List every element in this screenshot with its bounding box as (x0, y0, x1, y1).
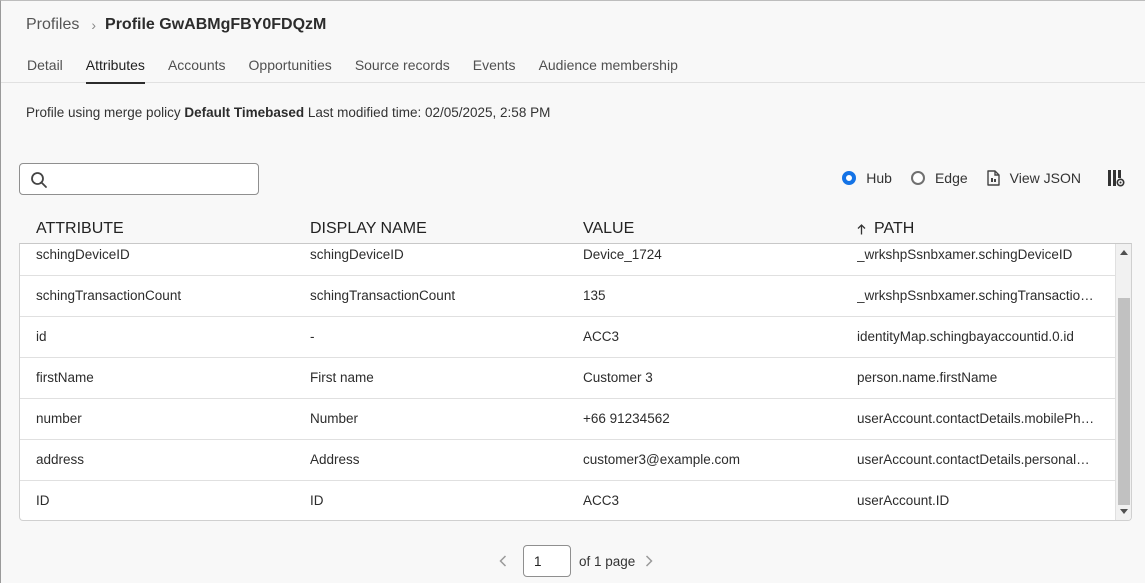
column-header-value[interactable]: VALUE (583, 220, 634, 238)
sort-ascending-icon (857, 223, 866, 234)
tab-source-records[interactable]: Source records (355, 57, 450, 83)
search-icon (31, 172, 47, 188)
merge-policy-info: Profile using merge policy Default Timeb… (26, 105, 550, 120)
radio-checked-icon (842, 171, 857, 185)
table-row[interactable]: schingTransactionCount schingTransaction… (20, 276, 1115, 317)
chevron-right-icon (646, 555, 653, 567)
next-page-button[interactable] (645, 555, 653, 567)
cell-display-name: - (310, 329, 315, 344)
cell-display-name: schingDeviceID (310, 247, 404, 262)
tab-events[interactable]: Events (473, 57, 516, 83)
column-settings-button[interactable] (1107, 169, 1125, 187)
cell-value: ACC3 (583, 329, 620, 344)
page-header: Profiles › Profile GwABMgFBY0FDQzM Detai… (1, 1, 1145, 84)
cell-display-name: Number (310, 411, 359, 426)
cell-display-name: Address (310, 452, 360, 467)
table-row[interactable]: number Number +66 91234562 userAccount.c… (20, 399, 1115, 440)
tab-bar: Detail Attributes Accounts Opportunities… (27, 57, 701, 84)
table-row[interactable]: firstName First name Customer 3 person.n… (20, 358, 1115, 399)
scroll-down-arrow-icon[interactable] (1120, 509, 1128, 514)
tab-detail[interactable]: Detail (27, 57, 63, 83)
cell-attribute: ID (36, 493, 50, 508)
cell-path: userAccount.contactDetails.personalEm... (857, 452, 1095, 467)
last-modified-value: 02/05/2025, 2:58 PM (424, 105, 551, 120)
cell-path: _wrkshpSsnbxamer.schingDeviceID (857, 247, 1073, 262)
page-count-label: of 1 page (579, 553, 636, 569)
cell-value: Device_1724 (583, 247, 662, 262)
table-row[interactable]: address Address customer3@example.com us… (20, 440, 1115, 481)
cell-path: userAccount.contactDetails.mobilePhon... (857, 411, 1095, 426)
column-header-path-label: PATH (874, 220, 915, 237)
page-title: Profile GwABMgFBY0FDQzM (105, 16, 327, 33)
cell-attribute: schingTransactionCount (36, 288, 182, 303)
cell-path: identityMap.schingbayaccountid.0.id (857, 329, 1074, 344)
scrollbar-thumb[interactable] (1118, 298, 1130, 505)
cell-attribute: id (36, 329, 47, 344)
cell-value: customer3@example.com (583, 452, 741, 467)
pagination: of 1 page (499, 545, 653, 577)
column-header-path[interactable]: PATH (857, 220, 914, 238)
cell-value: 135 (583, 288, 606, 303)
table-scrollbar[interactable] (1115, 244, 1131, 520)
view-json-label: View JSON (1009, 170, 1081, 186)
column-header-attribute[interactable]: ATTRIBUTE (36, 220, 124, 238)
view-json-button[interactable]: View JSON (986, 170, 1081, 186)
hub-radio[interactable]: Hub (842, 170, 892, 186)
chevron-right-icon: › (91, 17, 97, 33)
tab-accounts[interactable]: Accounts (168, 57, 226, 83)
cell-attribute: firstName (36, 370, 94, 385)
breadcrumb: Profiles › Profile GwABMgFBY0FDQzM (26, 16, 326, 34)
scroll-up-arrow-icon[interactable] (1120, 250, 1128, 255)
cell-display-name: schingTransactionCount (310, 288, 456, 303)
edge-radio[interactable]: Edge (910, 170, 968, 186)
search-input[interactable] (56, 168, 252, 190)
cell-attribute: schingDeviceID (36, 247, 130, 262)
merge-policy-prefix: Profile using merge policy (26, 105, 181, 120)
table-row[interactable]: schingDeviceID schingDeviceID Device_172… (20, 244, 1115, 276)
edge-radio-label: Edge (934, 170, 968, 186)
table-body: schingDeviceID schingDeviceID Device_172… (19, 243, 1132, 521)
attributes-table: ATTRIBUTE DISPLAY NAME VALUE PATH sching… (19, 207, 1132, 521)
cell-value: Customer 3 (583, 370, 653, 385)
cell-attribute: number (36, 411, 82, 426)
chevron-left-icon (499, 555, 507, 567)
cell-path: userAccount.ID (857, 493, 950, 508)
tab-audience-membership[interactable]: Audience membership (539, 57, 678, 83)
column-header-display-name[interactable]: DISPLAY NAME (310, 220, 427, 238)
merge-policy-name: Default Timebased (184, 105, 305, 120)
column-settings-icon (1108, 170, 1125, 187)
cell-display-name: ID (310, 493, 324, 508)
cell-value: +66 91234562 (583, 411, 670, 426)
page-number-input[interactable] (523, 545, 571, 577)
radio-unchecked-icon (910, 171, 925, 185)
tab-attributes[interactable]: Attributes (85, 57, 146, 84)
file-json-icon (986, 170, 1000, 186)
cell-display-name: First name (310, 370, 374, 385)
hub-radio-label: Hub (866, 170, 892, 186)
table-row[interactable]: id - ACC3 identityMap.schingbayaccountid… (20, 317, 1115, 358)
tab-opportunities[interactable]: Opportunities (249, 57, 332, 83)
previous-page-button[interactable] (499, 555, 507, 567)
last-modified-label: Last modified time: (307, 105, 422, 120)
cell-path: _wrkshpSsnbxamer.schingTransactionC... (857, 288, 1095, 303)
search-box[interactable] (19, 163, 259, 195)
cell-attribute: address (36, 452, 85, 467)
cell-path: person.name.firstName (857, 370, 998, 385)
toolbar: Hub Edge View JSON (842, 167, 1125, 189)
table-row[interactable]: ID ID ACC3 userAccount.ID (20, 481, 1115, 520)
cell-value: ACC3 (583, 493, 620, 508)
breadcrumb-profiles-link[interactable]: Profiles (26, 16, 79, 34)
